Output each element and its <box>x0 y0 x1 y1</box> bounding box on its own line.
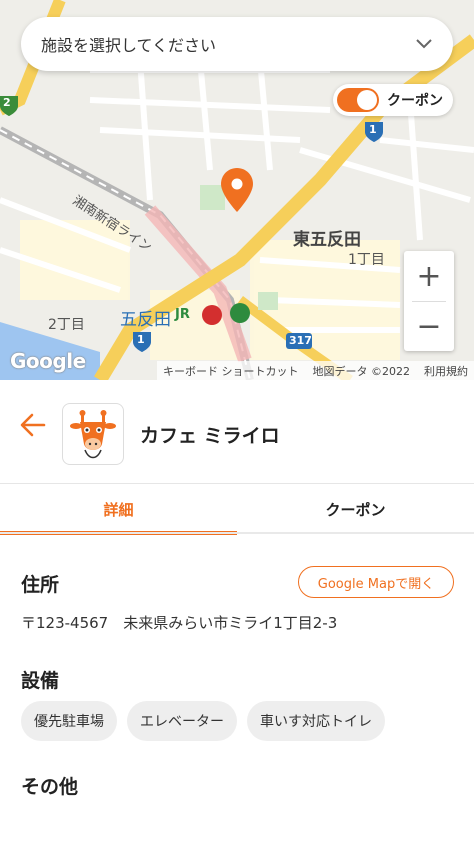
chome1-label: 1丁目 <box>348 252 385 268</box>
zoom-in-button[interactable]: + <box>404 251 454 301</box>
facility-chips: 優先駐車場 エレベーター 車いす対応トイレ <box>21 701 385 741</box>
route-317-label: 317 <box>289 334 312 347</box>
google-logo: Google <box>10 349 86 373</box>
coupon-toggle[interactable]: クーポン <box>333 84 453 116</box>
tab-details[interactable]: 詳細 <box>0 484 237 535</box>
zoom-divider <box>412 301 446 302</box>
place-select-label: 施設を選択してください <box>41 36 217 55</box>
chome2-label: 2丁目 <box>48 317 85 333</box>
facility-chip: 車いす対応トイレ <box>247 701 385 741</box>
route-1-label-b: 1 <box>137 333 145 346</box>
tab-bar: 詳細 クーポン <box>0 483 474 535</box>
back-arrow-icon[interactable] <box>18 410 48 440</box>
terms-link[interactable]: 利用規約 <box>424 363 468 379</box>
map-attribution: キーボード ショートカット 地図データ ©2022 利用規約 <box>157 361 474 380</box>
giraffe-icon <box>70 410 116 459</box>
facility-chip: エレベーター <box>127 701 237 741</box>
facilities-title: 設備 <box>21 670 60 692</box>
toggle-switch[interactable] <box>337 88 379 112</box>
shop-logo <box>62 403 124 465</box>
tab-coupon[interactable]: クーポン <box>237 484 474 534</box>
keyboard-shortcuts-link[interactable]: キーボード ショートカット <box>163 363 299 379</box>
map-data-text: 地図データ ©2022 <box>312 364 411 378</box>
route-2-label: 2 <box>3 96 11 109</box>
address-text: 〒123-4567 未来県みらい市ミライ1丁目2-3 <box>21 614 338 632</box>
shop-name: カフェ ミライロ <box>140 425 280 447</box>
map[interactable]: 2 1 1 317 湘南新宿ライン 東五反田 1丁目 2丁目 五反田 JR 施設… <box>0 0 474 380</box>
zoom-controls: + − <box>404 251 454 351</box>
chevron-down-icon <box>415 35 433 54</box>
gotanda-station-label: 五反田 <box>120 310 171 330</box>
place-select-dropdown[interactable]: 施設を選択してください <box>21 17 453 71</box>
jr-label: JR <box>175 307 190 322</box>
zoom-out-button[interactable]: − <box>404 301 454 351</box>
other-title: その他 <box>21 776 79 798</box>
route-1-label-a: 1 <box>369 123 377 136</box>
tab-divider <box>0 532 474 534</box>
address-title: 住所 <box>21 574 60 596</box>
higashi-gotanda-label: 東五反田 <box>293 230 361 250</box>
facility-chip: 優先駐車場 <box>21 701 117 741</box>
coupon-toggle-label: クーポン <box>387 93 443 109</box>
open-google-map-button[interactable]: Google Mapで開く <box>298 566 454 598</box>
